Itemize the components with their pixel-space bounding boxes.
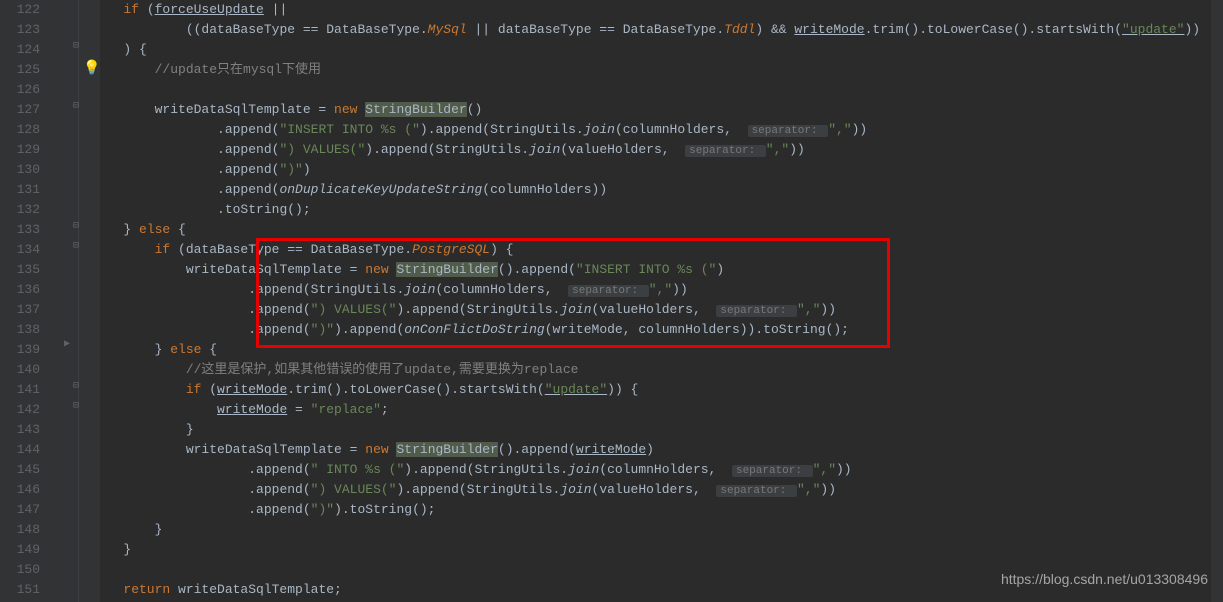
line-number: 127 bbox=[0, 100, 40, 120]
line-number: 140 bbox=[0, 360, 40, 380]
code-line[interactable]: .append(" INTO %s (").append(StringUtils… bbox=[100, 460, 1223, 480]
line-number: 141 bbox=[0, 380, 40, 400]
code-line[interactable] bbox=[100, 80, 1223, 100]
code-line[interactable]: if (writeMode.trim().toLowerCase().start… bbox=[100, 380, 1223, 400]
line-number: 123 bbox=[0, 20, 40, 40]
line-number: 150 bbox=[0, 560, 40, 580]
code-line[interactable]: .append(")").append(onConFlictDoString(w… bbox=[100, 320, 1223, 340]
breakpoint-gutter-icon[interactable]: ▶ bbox=[64, 338, 70, 350]
watermark-text: https://blog.csdn.net/u013308496 bbox=[1001, 571, 1208, 587]
code-line[interactable]: writeDataSqlTemplate = new StringBuilder… bbox=[100, 260, 1223, 280]
fold-icon[interactable]: ⊟ bbox=[73, 240, 79, 252]
line-number: 147 bbox=[0, 500, 40, 520]
code-line[interactable]: } bbox=[100, 420, 1223, 440]
line-number-gutter: 122 123 124 125 126 127 128 129 130 131 … bbox=[0, 0, 50, 602]
code-line[interactable]: .append("INSERT INTO %s (").append(Strin… bbox=[100, 120, 1223, 140]
line-number: 130 bbox=[0, 160, 40, 180]
code-editor[interactable]: 122 123 124 125 126 127 128 129 130 131 … bbox=[0, 0, 1223, 602]
code-line[interactable]: ((dataBaseType == DataBaseType.MySql || … bbox=[100, 20, 1223, 40]
line-number: 149 bbox=[0, 540, 40, 560]
code-line[interactable]: } else { bbox=[100, 220, 1223, 240]
gutter-icons: ⊟ ⊟ ⊟ ⊟ ⊟ ⊟ ▶ bbox=[50, 0, 100, 602]
code-line[interactable]: .append(")").toString(); bbox=[100, 500, 1223, 520]
line-number: 134 bbox=[0, 240, 40, 260]
line-number: 131 bbox=[0, 180, 40, 200]
line-number: 128 bbox=[0, 120, 40, 140]
code-line[interactable]: .toString(); bbox=[100, 200, 1223, 220]
line-number: 137 bbox=[0, 300, 40, 320]
line-number: 129 bbox=[0, 140, 40, 160]
code-line[interactable]: .append(StringUtils.join(columnHolders, … bbox=[100, 280, 1223, 300]
fold-icon[interactable]: ⊟ bbox=[73, 400, 79, 412]
line-number: 148 bbox=[0, 520, 40, 540]
code-line[interactable]: writeDataSqlTemplate = new StringBuilder… bbox=[100, 440, 1223, 460]
code-line[interactable]: writeDataSqlTemplate = new StringBuilder… bbox=[100, 100, 1223, 120]
line-number: 133 bbox=[0, 220, 40, 240]
line-number: 142 bbox=[0, 400, 40, 420]
code-line[interactable]: .append(onDuplicateKeyUpdateString(colum… bbox=[100, 180, 1223, 200]
line-number: 125 bbox=[0, 60, 40, 80]
code-line[interactable]: ) { bbox=[100, 40, 1223, 60]
code-line[interactable]: .append(") VALUES(").append(StringUtils.… bbox=[100, 300, 1223, 320]
line-number: 143 bbox=[0, 420, 40, 440]
code-line[interactable]: if (forceUseUpdate || bbox=[100, 0, 1223, 20]
line-number: 132 bbox=[0, 200, 40, 220]
line-number: 126 bbox=[0, 80, 40, 100]
code-line[interactable]: } bbox=[100, 540, 1223, 560]
line-number: 122 bbox=[0, 0, 40, 20]
code-line[interactable]: .append(") VALUES(").append(StringUtils.… bbox=[100, 140, 1223, 160]
code-line[interactable]: .append(")") bbox=[100, 160, 1223, 180]
fold-icon[interactable]: ⊟ bbox=[73, 380, 79, 392]
code-line[interactable]: //update只在mysql下使用 bbox=[100, 60, 1223, 80]
code-area[interactable]: if (forceUseUpdate || ((dataBaseType == … bbox=[100, 0, 1223, 602]
fold-icon[interactable]: ⊟ bbox=[73, 100, 79, 112]
intention-bulb-icon[interactable]: 💡 bbox=[83, 60, 100, 77]
code-line[interactable]: .append(") VALUES(").append(StringUtils.… bbox=[100, 480, 1223, 500]
fold-icon[interactable]: ⊟ bbox=[73, 40, 79, 52]
code-line[interactable]: } else { bbox=[100, 340, 1223, 360]
line-number: 135 bbox=[0, 260, 40, 280]
line-number: 139 bbox=[0, 340, 40, 360]
code-line[interactable]: //这里是保护,如果其他错误的使用了update,需要更换为replace bbox=[100, 360, 1223, 380]
fold-icon[interactable]: ⊟ bbox=[73, 220, 79, 232]
code-line[interactable]: if (dataBaseType == DataBaseType.Postgre… bbox=[100, 240, 1223, 260]
line-number: 144 bbox=[0, 440, 40, 460]
line-number: 136 bbox=[0, 280, 40, 300]
line-number: 138 bbox=[0, 320, 40, 340]
line-number: 146 bbox=[0, 480, 40, 500]
code-line[interactable]: } bbox=[100, 520, 1223, 540]
line-number: 145 bbox=[0, 460, 40, 480]
line-number: 124 bbox=[0, 40, 40, 60]
line-number: 151 bbox=[0, 580, 40, 600]
scrollbar[interactable] bbox=[1211, 0, 1223, 602]
code-line[interactable]: writeMode = "replace"; bbox=[100, 400, 1223, 420]
